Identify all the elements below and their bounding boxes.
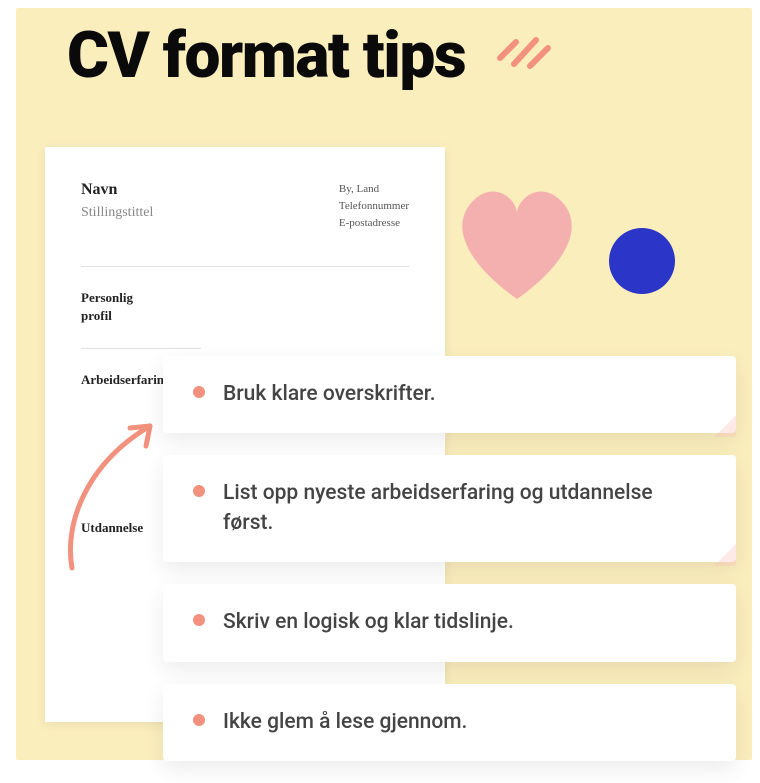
cv-jobtitle-field: Stillingstittel xyxy=(81,205,153,221)
tip-text: Skriv en logisk og klar tidslinje. xyxy=(223,608,706,637)
divider xyxy=(81,348,201,349)
cv-name-field: Navn xyxy=(81,181,153,199)
tip-card: Ikke glem å lese gjennom. xyxy=(163,684,736,761)
page-title: CV format tips xyxy=(67,18,465,93)
spark-icon xyxy=(492,14,556,70)
cv-contact-phone: Telefonnummer xyxy=(339,198,409,215)
cv-contact-email: E-postadresse xyxy=(339,215,409,232)
cv-contact-city: By, Land xyxy=(339,181,409,198)
tip-card: Skriv en logisk og klar tidslinje. xyxy=(163,584,736,661)
bullet-icon xyxy=(193,485,205,497)
tips-list: Bruk klare overskrifter. List opp nyeste… xyxy=(163,356,736,783)
heart-icon xyxy=(447,169,587,309)
tip-card: List opp nyeste arbeidserfaring og utdan… xyxy=(163,455,736,562)
cv-contact-block: By, Land Telefonnummer E-postadresse xyxy=(339,181,409,232)
tip-text: List opp nyeste arbeidserfaring og utdan… xyxy=(223,479,706,538)
cv-section-profile: Personlig profil xyxy=(81,289,409,324)
bullet-icon xyxy=(193,386,205,398)
blue-dot-icon xyxy=(609,228,675,294)
tip-text: Ikke glem å lese gjennom. xyxy=(223,708,706,737)
arrow-icon xyxy=(56,414,176,574)
tip-card: Bruk klare overskrifter. xyxy=(163,356,736,433)
bullet-icon xyxy=(193,714,205,726)
tip-text: Bruk klare overskrifter. xyxy=(223,380,706,409)
divider xyxy=(81,266,409,267)
bullet-icon xyxy=(193,614,205,626)
